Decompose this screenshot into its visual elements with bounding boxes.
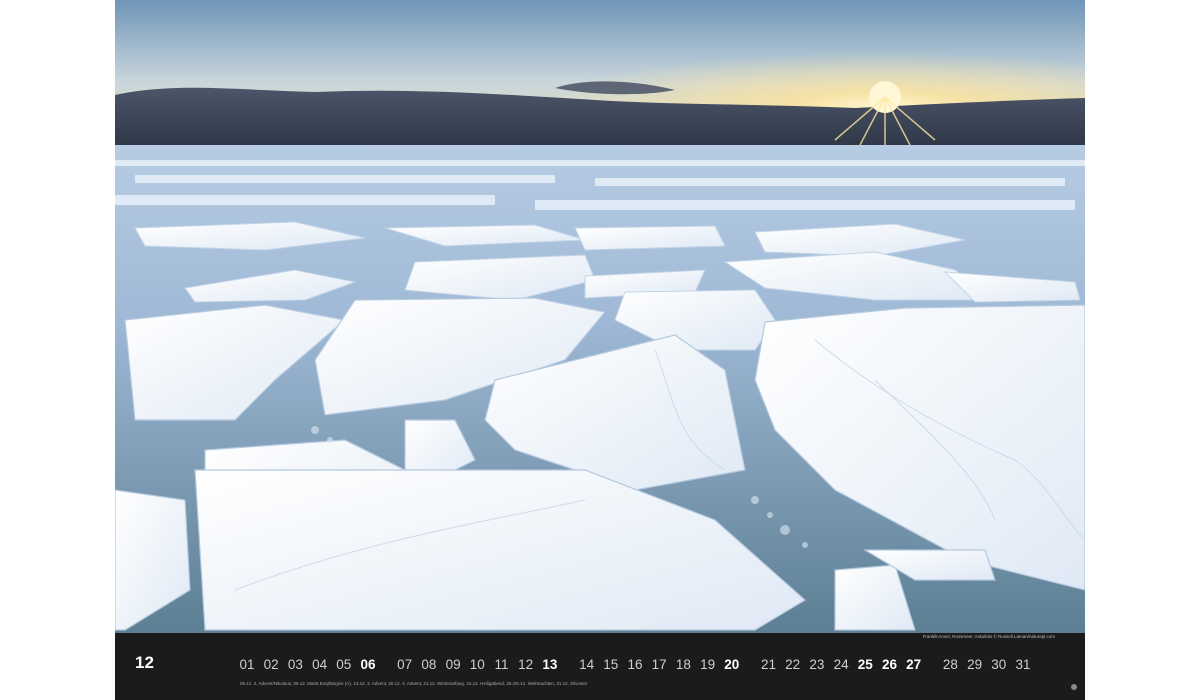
- photo-credit: Franklin-Insel, Rossmeer, Antarktis © Ru…: [922, 634, 1055, 639]
- day-27: 27: [906, 657, 922, 672]
- day-strip: 01 02 03 04 05 06 07 08 09 10 11 12 13 14 15 16 17 18 19 20…: [115, 657, 1085, 677]
- day-09: 09: [445, 657, 461, 672]
- day-29: 29: [967, 657, 983, 672]
- day-16: 16: [627, 657, 643, 672]
- day-31: 31: [1015, 657, 1031, 672]
- day-20: 20: [724, 657, 740, 672]
- day-23: 23: [809, 657, 825, 672]
- day-10: 10: [469, 657, 485, 672]
- day-07: 07: [397, 657, 413, 672]
- day-24: 24: [833, 657, 849, 672]
- day-03: 03: [287, 657, 303, 672]
- day-13: 13: [542, 657, 558, 672]
- day-14: 14: [579, 657, 595, 672]
- day-19: 19: [700, 657, 716, 672]
- day-11: 11: [494, 657, 509, 672]
- page-dot-icon: [1071, 684, 1077, 690]
- day-04: 04: [312, 657, 328, 672]
- calendar-sheet: Franklin-Insel, Rossmeer, Antarktis © Ru…: [115, 0, 1085, 700]
- day-05: 05: [336, 657, 352, 672]
- day-25: 25: [857, 657, 873, 672]
- day-02: 02: [263, 657, 279, 672]
- holiday-note: 06.12. 2. Advent/Nikolaus, 08.12. Mariä …: [240, 681, 588, 686]
- day-21: 21: [760, 657, 777, 672]
- day-30: 30: [991, 657, 1007, 672]
- day-17: 17: [651, 657, 667, 672]
- sea-ice-photo: [115, 0, 1085, 633]
- day-28: 28: [942, 657, 958, 672]
- day-26: 26: [881, 657, 898, 672]
- day-18: 18: [675, 657, 691, 672]
- day-06: 06: [360, 657, 376, 672]
- day-12: 12: [518, 657, 534, 672]
- day-08: 08: [421, 657, 437, 672]
- day-01: 01: [239, 657, 255, 672]
- day-22: 22: [785, 657, 801, 672]
- day-15: 15: [603, 657, 619, 672]
